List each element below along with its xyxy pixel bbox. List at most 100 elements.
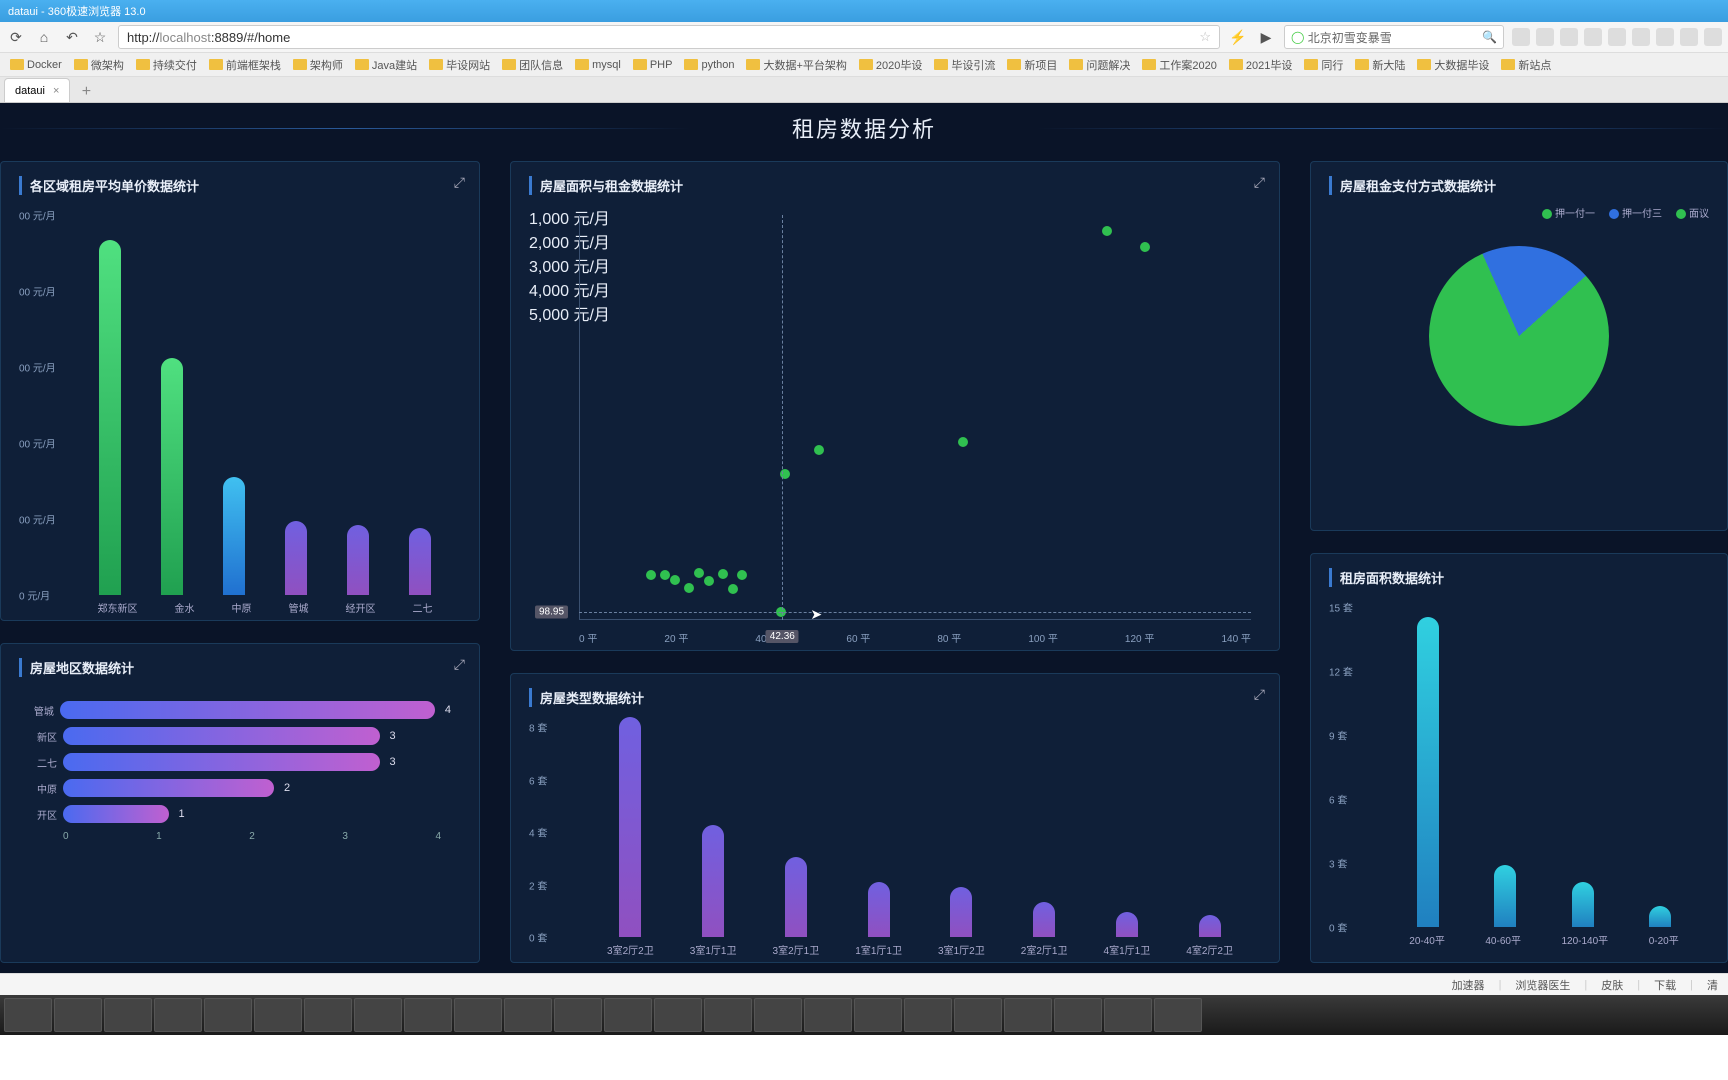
bar[interactable] bbox=[409, 528, 431, 595]
status-item[interactable]: 清 bbox=[1707, 977, 1718, 993]
ext-icon[interactable] bbox=[1512, 28, 1530, 46]
bookmark-item[interactable]: Docker bbox=[6, 59, 66, 71]
new-tab-button[interactable]: + bbox=[76, 82, 96, 102]
bar[interactable] bbox=[868, 882, 890, 937]
bar[interactable] bbox=[1417, 617, 1439, 927]
task-button[interactable] bbox=[254, 998, 302, 1032]
scatter-point[interactable] bbox=[737, 570, 747, 580]
bookmark-item[interactable]: 大数据+平台架构 bbox=[742, 57, 850, 73]
bookmark-item[interactable]: 新大陆 bbox=[1351, 57, 1409, 73]
scatter-point[interactable] bbox=[670, 575, 680, 585]
task-button[interactable] bbox=[554, 998, 602, 1032]
bar[interactable] bbox=[1494, 865, 1516, 927]
task-button[interactable] bbox=[804, 998, 852, 1032]
bookmark-item[interactable]: 毕设引流 bbox=[930, 57, 999, 73]
search-icon[interactable]: 🔍 bbox=[1482, 30, 1497, 44]
bar[interactable] bbox=[285, 521, 307, 595]
ext-icon[interactable] bbox=[1704, 28, 1722, 46]
scatter-point[interactable] bbox=[660, 570, 670, 580]
task-button[interactable] bbox=[1104, 998, 1152, 1032]
scatter-point[interactable] bbox=[814, 445, 824, 455]
scatter-point[interactable] bbox=[728, 584, 738, 594]
expand-icon[interactable]: ⤢ bbox=[454, 656, 465, 673]
status-item[interactable]: 加速器 bbox=[1452, 977, 1485, 993]
bar[interactable] bbox=[1033, 902, 1055, 937]
bookmark-item[interactable]: 大数据毕设 bbox=[1413, 57, 1493, 73]
home-icon[interactable]: ⌂ bbox=[34, 27, 54, 47]
bookmark-star-icon[interactable]: ☆ bbox=[1199, 29, 1211, 45]
back-icon[interactable]: ↶ bbox=[62, 27, 82, 47]
task-button[interactable] bbox=[454, 998, 502, 1032]
task-button[interactable] bbox=[1004, 998, 1052, 1032]
task-button[interactable] bbox=[854, 998, 902, 1032]
bar[interactable] bbox=[347, 525, 369, 595]
ext-icon[interactable] bbox=[1608, 28, 1626, 46]
bookmark-item[interactable]: 微架构 bbox=[70, 57, 128, 73]
hbar[interactable] bbox=[63, 727, 380, 745]
bar[interactable] bbox=[1572, 882, 1594, 927]
scatter-point[interactable] bbox=[684, 583, 694, 593]
scatter-point[interactable] bbox=[958, 437, 968, 447]
ext-icon[interactable] bbox=[1536, 28, 1554, 46]
scatter-point[interactable] bbox=[1140, 242, 1150, 252]
task-button[interactable] bbox=[654, 998, 702, 1032]
task-button[interactable] bbox=[904, 998, 952, 1032]
bar[interactable] bbox=[1199, 915, 1221, 938]
bar[interactable] bbox=[223, 477, 245, 595]
hbar[interactable] bbox=[63, 779, 274, 797]
bookmark-item[interactable]: mysql bbox=[571, 59, 625, 71]
bar[interactable] bbox=[1649, 906, 1671, 927]
ext-icon[interactable] bbox=[1656, 28, 1674, 46]
task-button[interactable] bbox=[204, 998, 252, 1032]
bookmark-item[interactable]: 同行 bbox=[1300, 57, 1347, 73]
bar[interactable] bbox=[1116, 912, 1138, 937]
status-item[interactable]: 下载 bbox=[1654, 977, 1676, 993]
status-item[interactable]: 浏览器医生 bbox=[1515, 977, 1570, 993]
task-button[interactable] bbox=[404, 998, 452, 1032]
flash-icon[interactable]: ⚡ bbox=[1228, 27, 1248, 47]
bookmark-item[interactable]: Java建站 bbox=[351, 57, 421, 73]
bookmark-item[interactable]: 新项目 bbox=[1003, 57, 1061, 73]
task-button[interactable] bbox=[154, 998, 202, 1032]
expand-icon[interactable]: ⤢ bbox=[1254, 174, 1265, 191]
bookmark-item[interactable]: 团队信息 bbox=[498, 57, 567, 73]
bar[interactable] bbox=[99, 240, 121, 595]
hbar[interactable] bbox=[60, 701, 435, 719]
hbar[interactable] bbox=[63, 753, 380, 771]
bookmark-item[interactable]: PHP bbox=[629, 59, 677, 71]
ext-icon[interactable] bbox=[1584, 28, 1602, 46]
bookmark-item[interactable]: 2021毕设 bbox=[1225, 57, 1296, 73]
task-button[interactable] bbox=[4, 998, 52, 1032]
bookmark-item[interactable]: 新站点 bbox=[1497, 57, 1555, 73]
bar[interactable] bbox=[702, 825, 724, 938]
task-button[interactable] bbox=[304, 998, 352, 1032]
status-item[interactable]: 皮肤 bbox=[1601, 977, 1623, 993]
task-button[interactable] bbox=[1154, 998, 1202, 1032]
task-button[interactable] bbox=[104, 998, 152, 1032]
search-input[interactable]: ◯ 北京初雪变暴雪 🔍 bbox=[1284, 25, 1504, 49]
scatter-point[interactable] bbox=[694, 568, 704, 578]
scatter-point[interactable] bbox=[718, 569, 728, 579]
ext-icon[interactable] bbox=[1560, 28, 1578, 46]
url-bar[interactable]: http:// localhost :8889/#/home ☆ bbox=[118, 25, 1220, 49]
scatter-point[interactable] bbox=[646, 570, 656, 580]
ext-icon[interactable] bbox=[1680, 28, 1698, 46]
ext-icon[interactable] bbox=[1632, 28, 1650, 46]
task-button[interactable] bbox=[604, 998, 652, 1032]
bookmark-item[interactable]: 问题解决 bbox=[1065, 57, 1134, 73]
task-button[interactable] bbox=[354, 998, 402, 1032]
close-icon[interactable]: × bbox=[53, 85, 59, 97]
bar[interactable] bbox=[785, 857, 807, 937]
star-icon[interactable]: ☆ bbox=[90, 27, 110, 47]
bookmark-item[interactable]: 毕设网站 bbox=[425, 57, 494, 73]
expand-icon[interactable]: ⤢ bbox=[1254, 686, 1265, 703]
bookmark-item[interactable]: 工作案2020 bbox=[1138, 57, 1220, 73]
play-icon[interactable]: ▶ bbox=[1256, 27, 1276, 47]
bookmark-item[interactable]: 前端框架栈 bbox=[205, 57, 285, 73]
hbar[interactable] bbox=[63, 805, 169, 823]
bookmark-item[interactable]: 持续交付 bbox=[132, 57, 201, 73]
task-button[interactable] bbox=[1054, 998, 1102, 1032]
task-button[interactable] bbox=[504, 998, 552, 1032]
task-button[interactable] bbox=[704, 998, 752, 1032]
browser-tab[interactable]: dataui × bbox=[4, 78, 70, 102]
